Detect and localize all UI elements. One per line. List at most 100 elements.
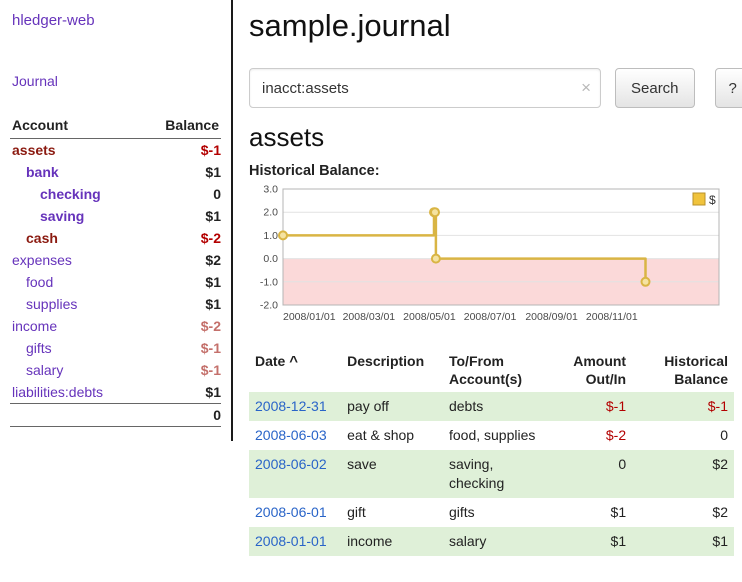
account-link[interactable]: liabilities:debts [12, 384, 103, 400]
transaction-amount: $-1 [550, 392, 632, 421]
sidebar: hledger-web Journal Account Balance asse… [0, 0, 233, 441]
register-header-amount: Amount Out/In [550, 348, 632, 392]
account-link[interactable]: checking [40, 186, 101, 202]
transaction-date-link[interactable]: 2008-06-01 [255, 504, 327, 520]
account-link[interactable]: expenses [12, 252, 72, 268]
x-axis-label: 2008/11/01 [586, 311, 638, 323]
transaction-amount: $1 [550, 498, 632, 527]
account-balance: $1 [140, 293, 221, 315]
transaction-accounts: debts [443, 392, 550, 421]
account-balance: $2 [140, 249, 221, 271]
transaction-amount: $1 [550, 527, 632, 556]
account-balance: $-1 [140, 337, 221, 359]
account-link[interactable]: gifts [26, 340, 52, 356]
accounts-total-spacer [10, 404, 140, 427]
transaction-date-cell: 2008-06-01 [249, 498, 341, 527]
account-balance: $1 [140, 161, 221, 183]
transaction-balance: 0 [632, 421, 734, 450]
account-link[interactable]: supplies [26, 296, 77, 312]
transaction-balance: $1 [632, 527, 734, 556]
sidebar-item-journal[interactable]: Journal [12, 73, 58, 89]
transaction-description: pay off [341, 392, 443, 421]
account-balance: $-1 [140, 359, 221, 381]
accounts-total-balance: 0 [140, 404, 221, 427]
accounts-header-row: Account Balance [10, 115, 221, 139]
account-row: income $-2 [10, 315, 221, 337]
transaction-row: 2008-01-01incomesalary$1$1 [249, 527, 734, 556]
y-axis-label: 2.0 [263, 207, 278, 219]
account-row: expenses $2 [10, 249, 221, 271]
search-box: × [249, 68, 601, 108]
transaction-date-cell: 2008-12-31 [249, 392, 341, 421]
transaction-row: 2008-06-03eat & shopfood, supplies$-20 [249, 421, 734, 450]
y-axis-label: -2.0 [260, 300, 278, 312]
transaction-date-cell: 2008-06-03 [249, 421, 341, 450]
search-button[interactable]: Search [615, 68, 695, 108]
y-axis-label: 3.0 [263, 184, 278, 196]
search-bar: × Search ? [249, 68, 734, 108]
transaction-row: 2008-06-02 savesaving, checking0$2 [249, 450, 734, 498]
account-link[interactable]: assets [12, 142, 56, 158]
account-balance: 0 [140, 183, 221, 205]
account-link[interactable]: income [12, 318, 57, 334]
clear-search-icon[interactable]: × [581, 79, 591, 96]
transaction-description: save [341, 450, 443, 498]
account-balance: $-2 [140, 315, 221, 337]
transaction-date-link[interactable]: 2008-12-31 [255, 398, 327, 414]
y-axis-label: 1.0 [263, 230, 278, 242]
x-axis-label: 2008/09/01 [525, 311, 578, 323]
transaction-amount: 0 [550, 450, 632, 498]
accounts-body: assets$-1bank$1checking0saving$1cash$-2e… [10, 139, 221, 404]
x-axis-label: 2008/07/01 [464, 311, 517, 323]
sidebar-nav: Journal [10, 73, 221, 89]
account-link[interactable]: bank [26, 164, 59, 180]
x-axis-label: 2008/03/01 [343, 311, 396, 323]
app-title-link[interactable]: hledger-web [12, 12, 95, 29]
transaction-date-link[interactable]: 2008-01-01 [255, 533, 327, 549]
sort-ascending-icon: ^ [289, 353, 298, 370]
transaction-row: 2008-06-01 giftgifts$1$2 [249, 498, 734, 527]
chart-title: Historical Balance: [249, 163, 734, 179]
register-header-description: Description [341, 348, 443, 392]
data-point-marker [642, 278, 650, 286]
account-link[interactable]: food [26, 274, 53, 290]
account-row: cash$-2 [10, 227, 221, 249]
account-link[interactable]: salary [26, 362, 63, 378]
page-title: sample.journal [249, 8, 734, 44]
register-header-balance: Historical Balance [632, 348, 734, 392]
search-input[interactable] [249, 68, 601, 108]
transaction-amount: $-2 [550, 421, 632, 450]
transaction-date-link[interactable]: 2008-06-03 [255, 427, 327, 443]
account-balance: $1 [140, 205, 221, 227]
transaction-balance: $2 [632, 450, 734, 498]
account-link[interactable]: cash [26, 230, 58, 246]
chart-canvas: 3.02.01.00.0-1.0-2.02008/01/012008/03/01… [249, 181, 727, 335]
data-point-marker [279, 231, 287, 239]
transaction-row: 2008-12-31pay offdebts$-1$-1 [249, 392, 734, 421]
transaction-balance: $2 [632, 498, 734, 527]
account-row: bank $1 [10, 161, 221, 183]
account-link[interactable]: saving [40, 208, 84, 224]
transaction-accounts: gifts [443, 498, 550, 527]
account-row: supplies $1 [10, 293, 221, 315]
account-heading: assets [249, 122, 734, 153]
register-header-date-label: Date [255, 353, 285, 369]
account-row: assets$-1 [10, 139, 221, 162]
accounts-total-row: 0 [10, 404, 221, 427]
account-row: liabilities:debts$1 [10, 381, 221, 404]
register-table: Date ^ Description To/From Account(s) Am… [249, 348, 734, 556]
historical-balance-chart: 3.02.01.00.0-1.0-2.02008/01/012008/03/01… [249, 181, 734, 338]
transaction-accounts: salary [443, 527, 550, 556]
transaction-description: income [341, 527, 443, 556]
transaction-accounts: saving, checking [443, 450, 550, 498]
account-row: salary $-1 [10, 359, 221, 381]
data-point-marker [431, 208, 439, 216]
help-button[interactable]: ? [715, 68, 742, 108]
transaction-date-link[interactable]: 2008-06-02 [255, 456, 327, 472]
transaction-description: gift [341, 498, 443, 527]
transaction-accounts: food, supplies [443, 421, 550, 450]
account-row: saving $1 [10, 205, 221, 227]
register-header-date[interactable]: Date ^ [249, 348, 341, 392]
legend-label: $ [709, 193, 716, 207]
transaction-date-cell: 2008-01-01 [249, 527, 341, 556]
